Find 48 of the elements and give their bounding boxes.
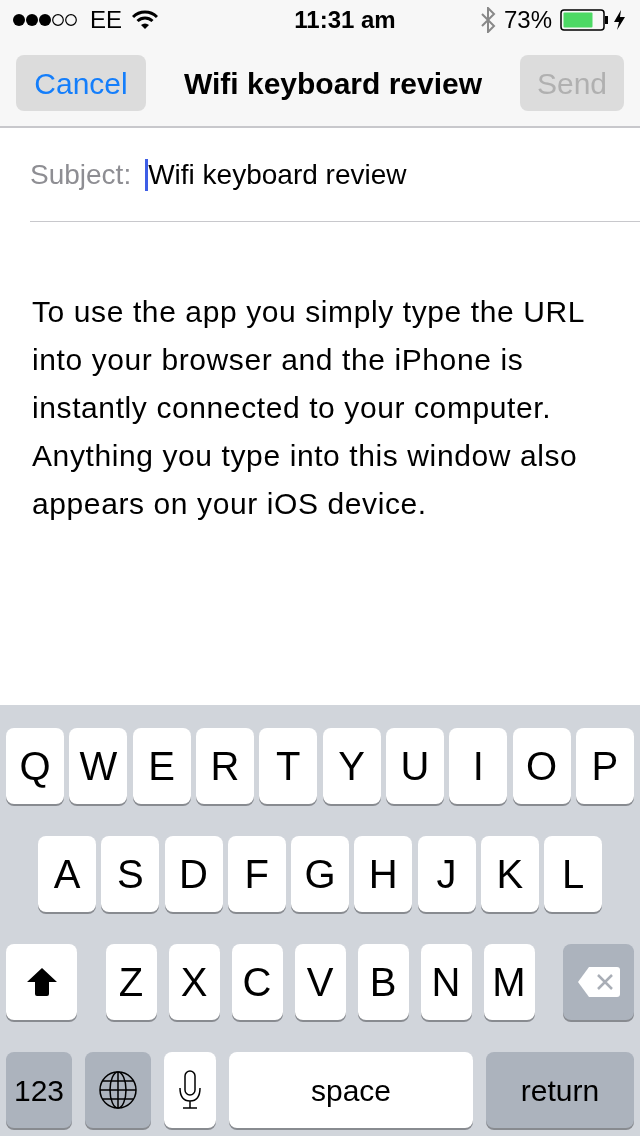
shift-key[interactable]	[6, 944, 77, 1020]
bluetooth-icon	[479, 7, 496, 33]
letter-key[interactable]: I	[449, 728, 508, 804]
space-key[interactable]: space	[229, 1052, 473, 1128]
letter-key[interactable]: C	[231, 944, 283, 1020]
microphone-icon	[178, 1070, 202, 1110]
letter-key[interactable]: T	[259, 728, 318, 804]
subject-label: Subject:	[30, 157, 132, 192]
letter-key[interactable]: Q	[6, 728, 64, 804]
battery-percentage: 73%	[503, 8, 552, 32]
letter-key[interactable]: J	[417, 836, 476, 912]
letter-key[interactable]: U	[385, 728, 444, 804]
letter-key[interactable]: Z	[105, 944, 157, 1020]
return-key[interactable]: return	[486, 1052, 634, 1128]
letter-key[interactable]: M	[483, 944, 535, 1020]
letter-key[interactable]: K	[480, 836, 539, 912]
numbers-key[interactable]: 123	[6, 1052, 72, 1128]
letter-key[interactable]: Y	[322, 728, 381, 804]
battery-charging-icon	[560, 9, 628, 31]
letter-key[interactable]: B	[357, 944, 409, 1020]
letter-key[interactable]: H	[354, 836, 413, 912]
letter-key[interactable]: O	[512, 728, 571, 804]
dictation-key[interactable]	[164, 1052, 216, 1128]
screen-title: Wifi keyboard review	[183, 65, 483, 102]
letter-key[interactable]: V	[294, 944, 346, 1020]
clock-time: 11:31 am	[294, 8, 396, 32]
signal-strength-icon	[12, 13, 80, 27]
letter-key[interactable]: R	[196, 728, 254, 804]
letter-key[interactable]: P	[575, 728, 634, 804]
message-body[interactable]: To use the app you simply type the URL into your browser and the iPhone is instantly connected to your computer. Anything you type into this window also appears on your iOS device.	[32, 288, 626, 528]
globe-icon	[98, 1070, 138, 1110]
letter-key[interactable]: L	[544, 836, 602, 912]
backspace-icon	[576, 966, 621, 998]
shift-icon	[25, 967, 58, 997]
wifi-icon	[132, 10, 158, 30]
letter-key[interactable]: E	[132, 728, 191, 804]
carrier-name: EE	[90, 8, 122, 32]
subject-field[interactable]: Wifi keyboard review	[145, 154, 407, 195]
letter-key[interactable]: D	[164, 836, 223, 912]
letter-key[interactable]: A	[38, 836, 96, 912]
letter-key[interactable]: G	[291, 836, 349, 912]
letter-key[interactable]: N	[420, 944, 472, 1020]
letter-key[interactable]: W	[69, 728, 128, 804]
letter-key[interactable]: X	[168, 944, 220, 1020]
text-cursor	[145, 158, 149, 191]
letter-key[interactable]: S	[101, 836, 160, 912]
globe-key[interactable]	[85, 1052, 151, 1128]
letter-key[interactable]: F	[227, 836, 286, 912]
